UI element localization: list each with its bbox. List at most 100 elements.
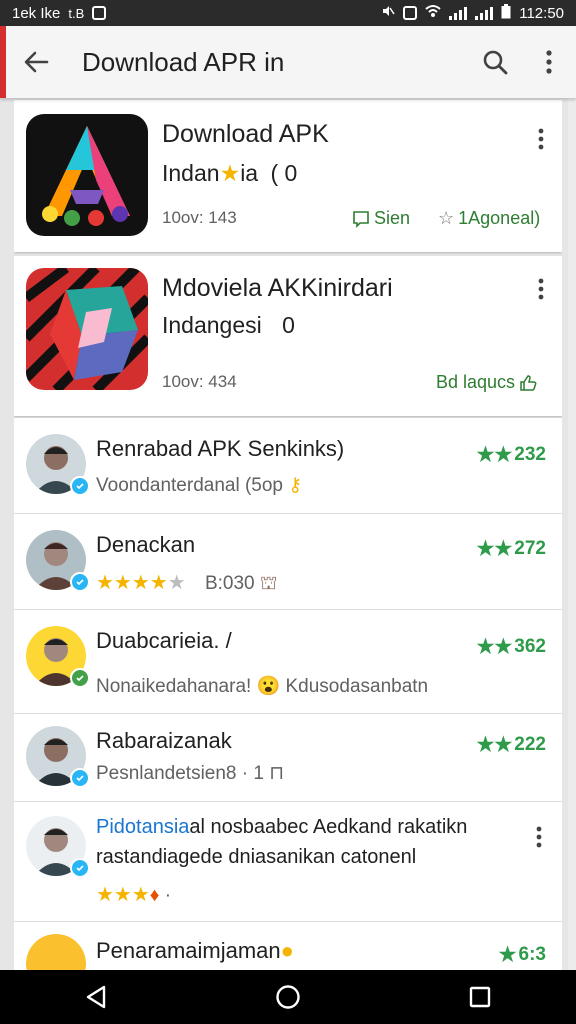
list-item[interactable]: Pidotansiaal nosbaabec Aedkand rakatikn …	[14, 802, 562, 922]
arrow-left-icon	[24, 51, 49, 73]
star-icon: ★★	[476, 636, 513, 658]
nav-back-button[interactable]	[61, 970, 131, 1024]
star-rating-icon: ★★★★	[96, 572, 168, 594]
search-icon	[483, 50, 508, 75]
sien-button[interactable]: Sien	[352, 208, 410, 229]
row-title: Penaramaimjaman●	[96, 938, 294, 964]
search-button[interactable]	[468, 26, 522, 98]
rating-score: ★★ 222	[476, 732, 546, 757]
row-title-highlight[interactable]: Pidotansia	[96, 816, 189, 838]
subtitle-part: ia	[240, 160, 259, 186]
verified-badge-icon	[70, 768, 90, 788]
row-line-2: rastandiagede dniasanikan catonenl	[96, 846, 417, 868]
app-card[interactable]: Mdoviela AKKinirdari Indangesi 0 10ov: 4…	[14, 256, 562, 416]
key-icon: ⚷	[288, 475, 303, 496]
rating-score: ★★ 232	[476, 442, 546, 467]
list-item[interactable]: Denackan ★★★★★ B:030 ⛫ ★★ 272	[14, 514, 562, 610]
more-options-button[interactable]	[522, 26, 576, 98]
scrollbar[interactable]	[568, 98, 576, 970]
row-title: Pidotansiaal nosbaabec Aedkand rakatikn	[96, 816, 467, 839]
back-button[interactable]	[6, 26, 66, 98]
card-meta: 10ov: 143	[162, 208, 237, 227]
row-title-rest: al nosbaabec Aedkand rakatikn	[189, 816, 468, 838]
avatar	[26, 434, 90, 496]
card-menu-button[interactable]	[528, 122, 554, 156]
system-nav-bar	[0, 970, 576, 1024]
more-vert-icon	[546, 50, 552, 74]
avatar	[26, 816, 90, 878]
comment-icon	[353, 210, 369, 228]
subtitle-part: Indan	[162, 160, 220, 186]
thumbs-up-icon	[520, 374, 537, 391]
row-subtitle-text: Pesnlandetsien8 · 1	[96, 763, 264, 784]
battery-icon	[501, 3, 511, 23]
row-title: Rabaraizanak	[96, 728, 232, 753]
sien-label: Sien	[374, 208, 411, 228]
status-bar: 1ek Ike t.B 112:50	[0, 0, 576, 26]
thumbs-up-icon: ⊓	[269, 763, 285, 784]
star-empty-icon: ★	[167, 572, 186, 594]
verified-badge-icon	[70, 668, 90, 688]
row-subtitle: Voondanterdanal (5op ⚷	[96, 474, 302, 497]
avatar	[26, 530, 90, 592]
square-recents-icon	[469, 986, 491, 1008]
score-text: 362	[514, 635, 546, 657]
row-title: Duabcarieia. /	[96, 628, 232, 653]
list-item[interactable]: Renrabad APK Senkinks) Voondanterdanal (…	[14, 418, 562, 514]
card-subtitle: Indan★ia ( 0	[162, 160, 297, 187]
star-rating-icon: ★★★	[96, 884, 150, 906]
row-title-text: Penaramaimjaman	[96, 938, 281, 963]
emoji-icon: ●	[280, 938, 294, 963]
nav-home-button[interactable]	[253, 970, 323, 1024]
row-title: Renrabad APK Senkinks)	[96, 436, 345, 461]
card-title: Mdoviela AKKinirdari	[162, 274, 393, 302]
score-text: 272	[514, 537, 546, 559]
row-menu-button[interactable]	[526, 820, 552, 854]
content-area: Download APK Indan★ia ( 0 10ov: 143 Sien…	[14, 98, 562, 970]
star-icon: ★★	[476, 538, 513, 560]
rating-score: ★★ 272	[476, 536, 546, 561]
row-meta: B:030	[204, 573, 255, 594]
list-item[interactable]: Rabaraizanak Pesnlandetsien8 · 1 ⊓ ★★ 222	[14, 714, 562, 802]
status-right: 112:50	[381, 3, 564, 23]
triangle-back-icon	[86, 985, 106, 1009]
verified-badge-icon	[70, 858, 90, 878]
mute-icon	[381, 4, 395, 22]
row-subtitle: Pesnlandetsien8 · 1 ⊓	[96, 762, 284, 785]
app-bar: Download APR in	[0, 26, 576, 98]
review-list: Renrabad APK Senkinks) Voondanterdanal (…	[14, 418, 562, 970]
row-rating: ★★★★★ B:030 ⛫	[96, 570, 277, 597]
card-title: Download APK	[162, 120, 329, 148]
page-title: Download APR in	[82, 46, 285, 77]
card-subtitle: Indangesi 0	[162, 312, 295, 339]
avatar	[26, 626, 90, 688]
more-vert-icon	[536, 826, 542, 848]
notification-icon	[92, 6, 107, 20]
agoneal-label: 1Agoneal)	[458, 208, 541, 228]
thumbs-up-icon: ♦	[149, 885, 160, 906]
subtitle-tail: ( 0	[270, 160, 298, 186]
status-left-text: 1ek Ike	[12, 4, 61, 22]
agoneal-button[interactable]: ☆ 1Agoneal)	[438, 208, 540, 229]
signal-2-icon	[475, 6, 494, 20]
card-menu-button[interactable]	[528, 272, 554, 306]
card-meta: 10ov: 434	[162, 372, 237, 391]
status-time: 112:50	[519, 4, 564, 22]
star-icon: ★★	[476, 734, 513, 756]
more-vert-icon	[538, 278, 544, 300]
nav-recents-button[interactable]	[445, 970, 515, 1024]
row-title: Denackan	[96, 532, 196, 557]
install-button[interactable]: Bd laqucs	[436, 372, 537, 393]
cube-logo-icon	[26, 268, 148, 390]
list-item[interactable]: Duabcarieia. / Nonaikedahanara! 😮 Kdusod…	[14, 610, 562, 714]
row-subtitle-text: Voondanterdanal (5op	[96, 475, 283, 496]
score-text: 222	[514, 733, 546, 755]
app-card[interactable]: Download APK Indan★ia ( 0 10ov: 143 Sien…	[14, 100, 562, 252]
row-subtitle: Nonaikedahanara! 😮 Kdusodasanbatn	[96, 676, 429, 697]
list-item[interactable]: Penaramaimjaman● ★ 6:3	[14, 922, 562, 970]
star-icon: ★	[498, 944, 517, 966]
vibrate-icon	[403, 6, 418, 20]
verified-badge-icon	[70, 476, 90, 496]
install-label: Bd laqucs	[436, 372, 516, 392]
rating-score: ★ 6:3	[499, 942, 546, 967]
